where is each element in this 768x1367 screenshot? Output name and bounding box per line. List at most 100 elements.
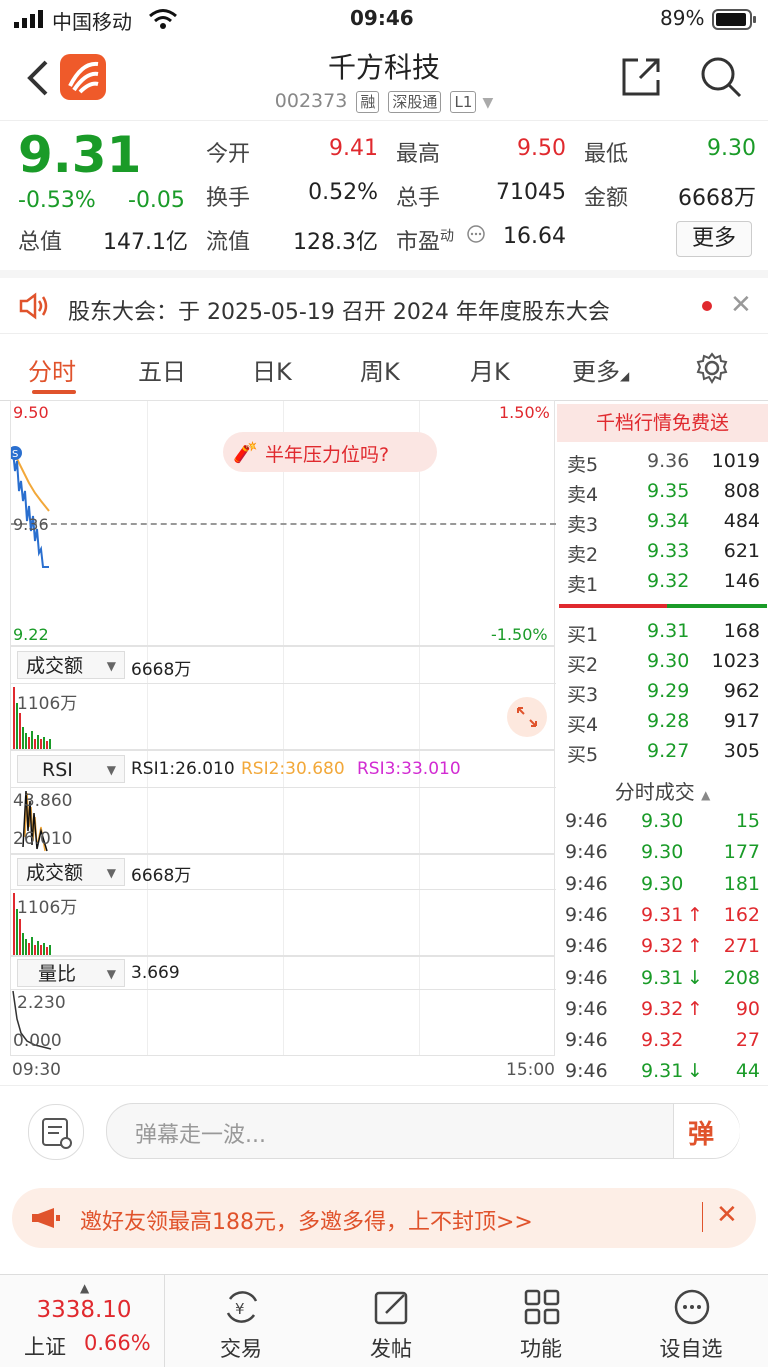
bid-label: 买4 [567, 714, 599, 736]
tick-price: 9.32 [641, 997, 684, 1020]
index-pct: 0.66% [84, 1331, 151, 1355]
ratio-indicator-select[interactable]: 量比 ▼ [17, 959, 125, 987]
stock-header: 千方科技 002373 融 深股通 L1 ▼ [0, 40, 768, 121]
label-float-cap: 流值 [206, 230, 251, 255]
tick-row: 9:46 9.32 ↑ 90 [557, 994, 768, 1024]
tab-intraday[interactable]: 分时 [28, 352, 76, 387]
volume-indicator-select[interactable]: 成交额 ▼ [17, 651, 125, 679]
rsi-indicator-select[interactable]: RSI ▼ [17, 755, 125, 783]
tick-direction-icon: ↑ [687, 935, 703, 958]
pct-high-label: 1.50% [499, 403, 550, 422]
tick-volume: 208 [723, 966, 760, 989]
rsi-pane: RSI ▼ RSI1:26.010 RSI2:30.680 RSI3:33.010… [10, 750, 556, 854]
value-low: 9.30 [707, 136, 756, 161]
wifi-icon [149, 9, 177, 29]
tick-price: 9.32 [641, 935, 684, 958]
tick-volume: 90 [735, 997, 760, 1020]
volume2-bars-svg [13, 893, 51, 955]
bid-volume: 917 [723, 710, 760, 732]
ask-volume: 1019 [711, 450, 760, 472]
more-button[interactable]: 更多 [676, 221, 752, 257]
tick-row: 9:46 9.31 ↑ 162 [557, 900, 768, 930]
bid-row: 买4 9.28 917 [557, 706, 768, 736]
ticks-title[interactable]: 分时成交 ▲ [557, 776, 768, 805]
tab-more[interactable]: 更多◢ [572, 352, 629, 387]
invite-close-icon[interactable]: ✕ [716, 1200, 738, 1230]
megaphone-icon [32, 1208, 60, 1228]
tick-time: 9:46 [565, 810, 608, 832]
level2-promo[interactable]: 千档行情免费送 [557, 404, 768, 442]
value-open: 9.41 [329, 136, 378, 161]
ask-volume: 146 [723, 570, 760, 592]
bid-price: 9.27 [647, 740, 690, 762]
ask-price: 9.34 [647, 510, 690, 532]
danmu-input[interactable]: 弹幕走一波... 弹 [106, 1103, 740, 1159]
volume2-indicator-select[interactable]: 成交额 ▼ [17, 858, 125, 886]
volume-bars-svg [13, 687, 51, 749]
battery-icon [712, 9, 756, 30]
ask-label: 卖1 [567, 574, 599, 596]
expand-icon[interactable] [507, 697, 547, 737]
ratio-top-label: 2.230 [17, 993, 66, 1013]
bid-volume: 305 [723, 740, 760, 762]
notice-bar[interactable]: 股东大会：于 2025-05-19 召开 2024 年年度股东大会 ✕ [0, 270, 768, 334]
tick-time: 9:46 [565, 997, 608, 1020]
nav-trade[interactable]: ¥ 交易 [166, 1275, 316, 1367]
label-pe-sup: 动 [440, 228, 455, 245]
danmu-toggle[interactable]: 弹 [673, 1104, 740, 1158]
prev-close-label: 9.36 [13, 515, 49, 534]
chevron-down-icon[interactable]: ▼ [482, 95, 493, 111]
price-low-label: 9.22 [13, 625, 49, 644]
close-icon[interactable]: ✕ [730, 290, 752, 320]
ask-volume: 808 [723, 480, 760, 502]
tick-row: 9:46 9.30 177 [557, 837, 768, 867]
nav-add-watchlist[interactable]: 设自选 [616, 1275, 766, 1367]
nav-functions[interactable]: 功能 [466, 1275, 616, 1367]
tick-row: 9:46 9.30 15 [557, 806, 768, 836]
danmu-bar: 弹幕走一波... 弹 [0, 1085, 768, 1176]
tab-weekly[interactable]: 周K [360, 352, 400, 387]
ask-price: 9.32 [647, 570, 690, 592]
tag-level: L1 [450, 91, 477, 113]
ask-label: 卖5 [567, 454, 599, 476]
invite-banner[interactable]: 邀好友领最高188元，多邀多得，上不封顶>> ✕ [12, 1188, 756, 1248]
ask-label: 卖3 [567, 514, 599, 536]
value-total-cap: 147.1亿 [103, 230, 188, 255]
rsi2-value: RSI2:30.680 [241, 759, 345, 779]
notice-text: 股东大会：于 2025-05-19 召开 2024 年年度股东大会 [68, 300, 610, 325]
nav-post[interactable]: 发帖 [316, 1275, 466, 1367]
index-value: 3338.10 [36, 1297, 132, 1323]
tab-5day[interactable]: 五日 [138, 352, 186, 387]
tab-daily[interactable]: 日K [252, 352, 292, 387]
settings-gear-icon[interactable] [696, 352, 728, 384]
speaker-icon [19, 292, 48, 320]
rsi1-value: RSI1:26.010 [131, 759, 235, 779]
bid-row: 买1 9.31 168 [557, 616, 768, 646]
tick-volume: 27 [735, 1029, 760, 1052]
tick-direction-icon: ↑ [687, 997, 703, 1020]
share-icon[interactable] [620, 56, 662, 98]
search-icon[interactable] [698, 54, 744, 100]
speech-bubble[interactable]: 🧨 半年压力位吗? [223, 432, 437, 472]
ask-row: 卖3 9.34 484 [557, 506, 768, 536]
tick-price: 9.30 [641, 872, 684, 895]
intraday-chart[interactable]: S 9.50 1.50% 9.36 9.22 -1.50% 🧨 半年压力位吗? … [10, 400, 556, 1085]
bid-row: 买3 9.29 962 [557, 676, 768, 706]
nav-post-label: 发帖 [370, 1337, 412, 1361]
danmu-settings-icon[interactable] [28, 1104, 84, 1160]
ask-price: 9.36 [647, 450, 690, 472]
ask-row: 卖4 9.35 808 [557, 476, 768, 506]
signal-icon [14, 10, 43, 28]
tick-direction-icon: ↑ [687, 903, 703, 926]
invite-text: 邀好友领最高188元，多邀多得，上不封顶>> [80, 1210, 533, 1235]
price-pane: S 9.50 1.50% 9.36 9.22 -1.50% 🧨 半年压力位吗? [10, 400, 556, 646]
tick-row: 9:46 9.30 181 [557, 869, 768, 899]
tick-direction-icon: ↓ [687, 966, 703, 989]
bid-price: 9.31 [647, 620, 690, 642]
bid-label: 买2 [567, 654, 599, 676]
index-ticker[interactable]: ▲ 3338.10 上证 0.66% [4, 1275, 165, 1367]
ask-row: 卖5 9.36 1019 [557, 446, 768, 476]
change-amount: -0.05 [128, 188, 185, 213]
info-dots-icon[interactable] [466, 224, 486, 244]
tab-monthly[interactable]: 月K [470, 352, 510, 387]
